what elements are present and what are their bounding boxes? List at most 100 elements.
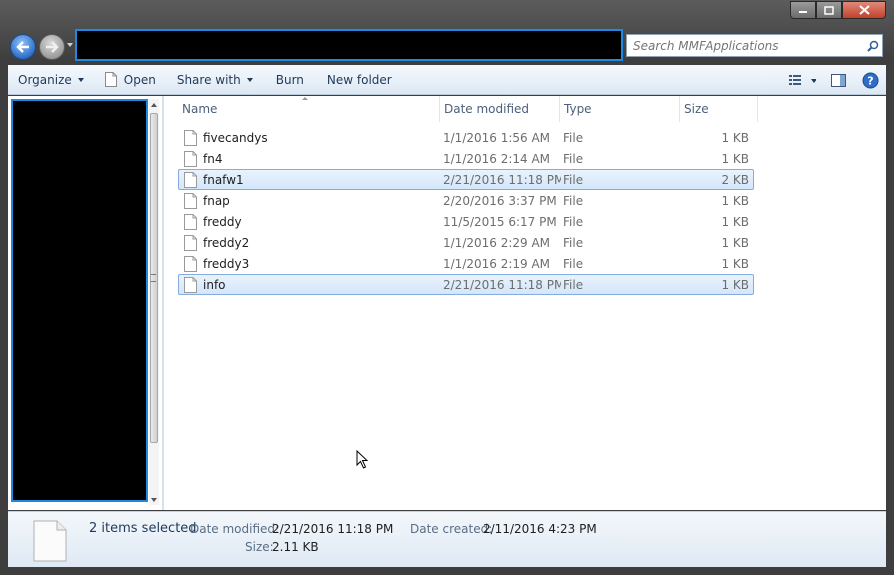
file-size: 1 KB bbox=[721, 151, 749, 166]
close-button[interactable] bbox=[842, 1, 886, 19]
open-label: Open bbox=[123, 72, 156, 87]
file-size: 1 KB bbox=[721, 235, 749, 250]
file-name-cell: fivecandys bbox=[179, 129, 441, 146]
search-icon[interactable] bbox=[864, 40, 882, 52]
file-date-modified: 1/1/2016 2:29 AM bbox=[443, 235, 551, 250]
file-icon bbox=[184, 255, 197, 272]
column-type-label: Type bbox=[564, 102, 592, 116]
file-row[interactable]: freddy2 1/1/2016 2:29 AM File 1 KB bbox=[178, 232, 754, 253]
content-area: Name Date modified Type Size fivecandys 1… bbox=[8, 96, 886, 510]
file-name: freddy2 bbox=[203, 235, 250, 250]
pane-splitter[interactable] bbox=[162, 96, 164, 510]
file-size: 2 KB bbox=[721, 172, 749, 187]
file-date-modified: 11/5/2015 6:17 PM bbox=[443, 214, 557, 229]
burn-label: Burn bbox=[275, 72, 304, 87]
file-date-modified: 2/21/2016 11:18 PM bbox=[443, 172, 561, 187]
file-date-modified: 1/1/2016 2:14 AM bbox=[443, 151, 551, 166]
caption-buttons bbox=[790, 1, 886, 19]
file-icon bbox=[184, 150, 197, 167]
share-with-menu[interactable]: Share with bbox=[165, 65, 262, 94]
address-bar[interactable] bbox=[75, 29, 623, 61]
help-button[interactable]: ? bbox=[854, 65, 886, 95]
file-date-modified: 2/20/2016 3:37 PM bbox=[443, 193, 557, 208]
file-icon bbox=[184, 192, 197, 209]
file-name-cell: info bbox=[179, 276, 441, 293]
file-row[interactable]: fivecandys 1/1/2016 1:56 AM File 1 KB bbox=[178, 127, 754, 148]
back-button[interactable] bbox=[10, 34, 36, 60]
change-view-button[interactable] bbox=[782, 65, 822, 95]
mouse-cursor-icon bbox=[356, 450, 369, 469]
file-type: File bbox=[563, 130, 584, 145]
file-row[interactable]: freddy3 1/1/2016 2:19 AM File 1 KB bbox=[178, 253, 754, 274]
column-header-date-modified[interactable]: Date modified bbox=[440, 96, 560, 122]
navigation-pane[interactable] bbox=[11, 99, 148, 502]
organize-menu[interactable]: Organize bbox=[8, 65, 93, 94]
sort-ascending-icon bbox=[302, 97, 308, 100]
recent-pages-chevron-icon[interactable] bbox=[67, 43, 73, 47]
new-folder-button[interactable]: New folder bbox=[313, 65, 401, 94]
file-row[interactable]: freddy 11/5/2015 6:17 PM File 1 KB bbox=[178, 211, 754, 232]
help-icon: ? bbox=[862, 72, 878, 88]
preview-pane-icon bbox=[830, 73, 846, 87]
date-created-label: Date created: bbox=[410, 522, 493, 536]
file-list: fivecandys 1/1/2016 1:56 AM File 1 KB fn4 1/1… bbox=[178, 127, 754, 295]
forward-button[interactable] bbox=[39, 34, 65, 60]
file-icon bbox=[184, 234, 197, 251]
column-header-type[interactable]: Type bbox=[560, 96, 680, 122]
details-pane: 2 items selected Date modified: 2/21/201… bbox=[8, 511, 886, 567]
file-size: 1 KB bbox=[721, 277, 749, 292]
file-date-modified: 2/21/2016 11:18 PM bbox=[443, 277, 561, 292]
file-type: File bbox=[563, 256, 584, 271]
file-size: 1 KB bbox=[721, 214, 749, 229]
file-large-icon bbox=[33, 520, 67, 562]
size-label: Size: bbox=[245, 540, 274, 554]
file-date-modified: 1/1/2016 2:19 AM bbox=[443, 256, 551, 271]
column-header-size[interactable]: Size bbox=[680, 96, 758, 122]
toolbar-right-group: ? bbox=[782, 65, 886, 95]
file-name-cell: freddy3 bbox=[179, 255, 441, 272]
organize-label: Organize bbox=[18, 72, 72, 87]
maximize-button[interactable] bbox=[816, 1, 842, 19]
document-icon bbox=[104, 72, 117, 87]
file-row[interactable]: fn4 1/1/2016 2:14 AM File 1 KB bbox=[178, 148, 754, 169]
file-size: 1 KB bbox=[721, 193, 749, 208]
scrollbar-grip-icon bbox=[151, 274, 156, 282]
svg-text:?: ? bbox=[867, 74, 873, 87]
arrow-left-icon bbox=[16, 41, 29, 53]
file-row[interactable]: info 2/21/2016 11:18 PM File 1 KB bbox=[178, 274, 754, 295]
file-icon bbox=[184, 213, 197, 230]
file-row[interactable]: fnafw1 2/21/2016 11:18 PM File 2 KB bbox=[178, 169, 754, 190]
file-name-cell: freddy bbox=[179, 213, 441, 230]
file-type: File bbox=[563, 193, 584, 208]
open-button[interactable]: Open bbox=[93, 65, 165, 94]
size-value: 2.11 KB bbox=[272, 540, 319, 554]
file-name-cell: fnafw1 bbox=[179, 171, 441, 188]
burn-button[interactable]: Burn bbox=[262, 65, 313, 94]
navigation-pane-scrollbar[interactable] bbox=[149, 99, 159, 505]
maximize-icon bbox=[824, 5, 834, 15]
file-row[interactable]: fnap 2/20/2016 3:37 PM File 1 KB bbox=[178, 190, 754, 211]
date-modified-value: 2/21/2016 11:18 PM bbox=[272, 522, 394, 536]
column-header-name[interactable]: Name bbox=[178, 96, 440, 122]
file-size: 1 KB bbox=[721, 130, 749, 145]
explorer-window: Organize Open Share with Burn New folder bbox=[0, 0, 894, 575]
command-bar: Organize Open Share with Burn New folder bbox=[8, 65, 886, 95]
column-size-label: Size bbox=[684, 102, 709, 116]
file-icon bbox=[184, 276, 197, 293]
preview-pane-button[interactable] bbox=[822, 65, 854, 95]
arrow-right-icon bbox=[46, 41, 59, 53]
scroll-down-arrow-icon[interactable] bbox=[151, 498, 157, 502]
scroll-up-arrow-icon[interactable] bbox=[151, 103, 157, 107]
date-created-value: 2/11/2016 4:23 PM bbox=[483, 522, 597, 536]
date-modified-label: Date modified: bbox=[190, 522, 280, 536]
search-input[interactable] bbox=[633, 38, 864, 53]
file-name: fivecandys bbox=[203, 130, 268, 145]
file-name-cell: fnap bbox=[179, 192, 441, 209]
search-box[interactable] bbox=[626, 34, 883, 57]
file-type: File bbox=[563, 235, 584, 250]
file-size: 1 KB bbox=[721, 256, 749, 271]
dropdown-arrow-icon bbox=[77, 77, 84, 82]
file-name: fnap bbox=[203, 193, 230, 208]
file-type: File bbox=[563, 214, 584, 229]
minimize-button[interactable] bbox=[790, 1, 816, 19]
